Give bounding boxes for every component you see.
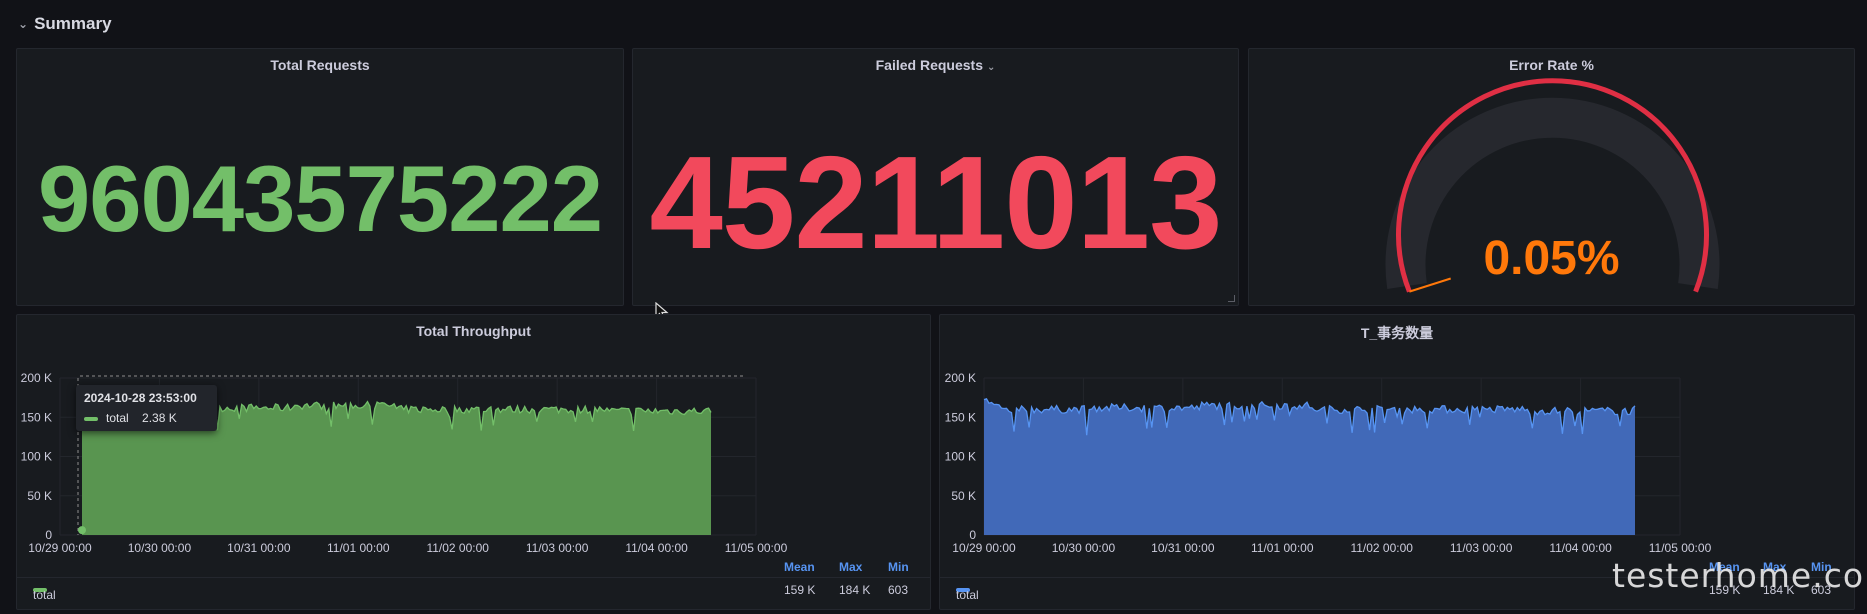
x-tick-label: 11/04 00:00: [1549, 541, 1612, 555]
y-tick-label: 150 K: [21, 410, 52, 424]
chevron-down-icon: ⌄: [18, 17, 29, 31]
panel-total-throughput[interactable]: Total Throughput 0 50 K 100 K 150 K 200 K 10/…: [16, 314, 931, 610]
y-tick-label: 100 K: [945, 450, 976, 464]
panel-title: Failed Requests: [875, 57, 983, 73]
x-tick-label: 11/05 00:00: [1649, 541, 1712, 555]
legend-header-mean[interactable]: Mean: [784, 560, 815, 574]
panel-total-requests[interactable]: Total Requests 96043575222: [16, 48, 624, 306]
y-tick-label: 50 K: [27, 489, 52, 503]
series-swatch: [84, 416, 98, 421]
panel-failed-requests[interactable]: Failed Requests ⌄ 45211013: [632, 48, 1239, 306]
x-tick-label: 11/01 00:00: [1251, 541, 1314, 555]
stat-value-total-requests: 96043575222: [37, 146, 603, 251]
chart-total-throughput[interactable]: 0 50 K 100 K 150 K 200 K 10/29 00:00 10/30 00:…: [17, 315, 932, 555]
x-tick-label: 10/30 00:00: [1052, 541, 1116, 555]
resize-handle[interactable]: [1228, 295, 1235, 302]
x-tick-label: 11/01 00:00: [327, 541, 390, 555]
tooltip-value: 2.38 K: [142, 411, 177, 425]
y-tick-label: 50 K: [951, 489, 976, 503]
chevron-down-icon: ⌄: [986, 62, 996, 73]
x-tick-label: 11/02 00:00: [426, 541, 489, 555]
x-tick-label: 10/29 00:00: [952, 541, 1016, 555]
legend-header-min[interactable]: Min: [888, 560, 909, 574]
x-tick-label: 11/03 00:00: [1450, 541, 1513, 555]
x-tick-label: 10/30 00:00: [128, 541, 192, 555]
y-tick-label: 100 K: [21, 450, 52, 464]
gauge-value: 0.05%: [1483, 232, 1620, 285]
x-tick-label: 10/29 00:00: [28, 541, 92, 555]
series-area-total: [984, 398, 1635, 535]
x-tick-label: 11/05 00:00: [725, 541, 788, 555]
x-tick-label: 10/31 00:00: [1151, 541, 1215, 555]
stat-value-failed-requests: 45211013: [649, 129, 1222, 276]
row-header-summary[interactable]: ⌄ Summary: [18, 14, 112, 34]
chart-tooltip: 2024-10-28 23:53:00 total 2.38 K: [76, 385, 217, 431]
y-tick-label: 150 K: [945, 410, 976, 424]
chart-tx-count[interactable]: 0 50 K 100 K 150 K 200 K 10/29 00:00 10/30 00:…: [940, 315, 1856, 555]
y-tick-label: 0: [45, 528, 52, 542]
panel-title: Total Requests: [270, 57, 370, 73]
legend-series-label: total: [33, 588, 56, 602]
x-tick-label: 11/02 00:00: [1350, 541, 1413, 555]
legend-mean: 159 K: [784, 583, 816, 597]
x-tick-label: 11/03 00:00: [526, 541, 589, 555]
panel-error-rate[interactable]: Error Rate % 0.05%: [1248, 48, 1855, 306]
legend-max: 184 K: [839, 583, 871, 597]
tooltip-time: 2024-10-28 23:53:00: [84, 391, 197, 405]
x-tick-label: 10/31 00:00: [227, 541, 291, 555]
row-title: Summary: [34, 14, 112, 33]
y-tick-label: 0: [969, 528, 976, 542]
tooltip-series: total: [106, 411, 129, 425]
legend-header-max[interactable]: Max: [839, 560, 862, 574]
x-tick-label: 11/04 00:00: [625, 541, 688, 555]
panel-title-row[interactable]: Failed Requests ⌄: [633, 57, 1238, 73]
legend-row-total[interactable]: total 159 K 184 K 603: [17, 577, 930, 602]
watermark: testerhome.com: [1612, 556, 1867, 595]
legend-series-label: total: [956, 588, 979, 602]
y-tick-label: 200 K: [21, 371, 52, 385]
hover-point: [78, 526, 86, 535]
legend-min: 603: [888, 583, 909, 597]
y-tick-label: 200 K: [945, 371, 976, 385]
